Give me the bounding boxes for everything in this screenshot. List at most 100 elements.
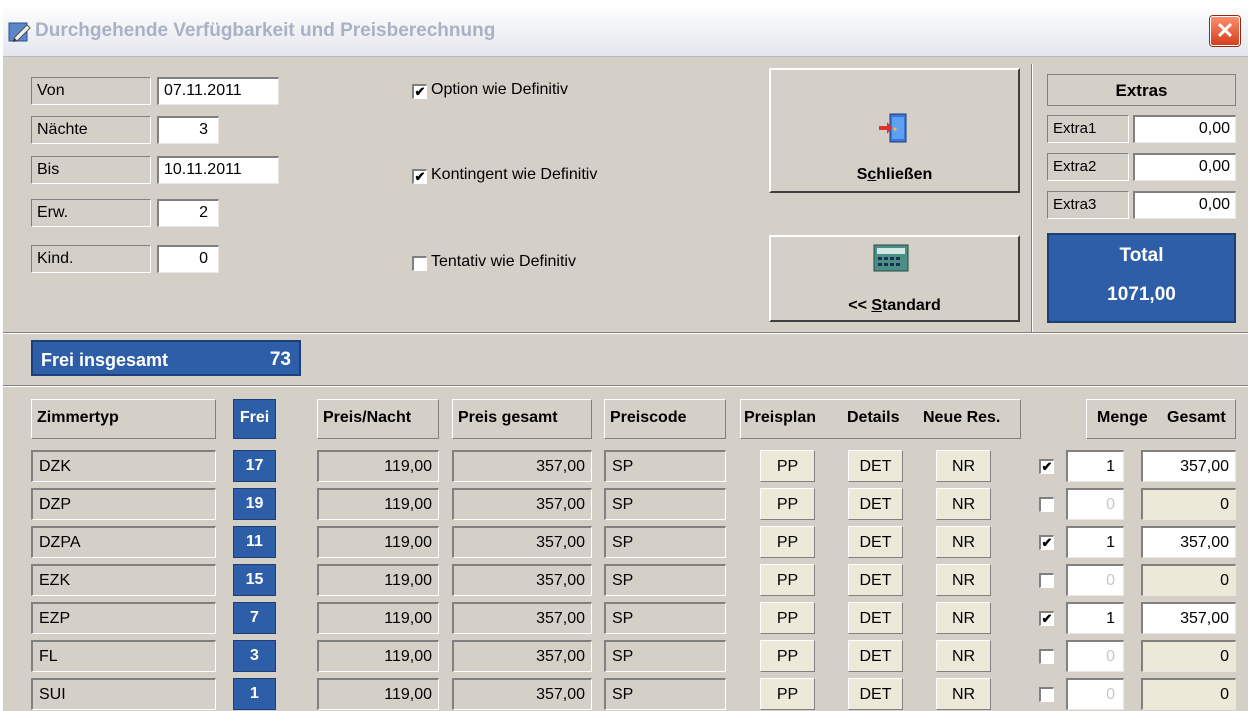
door-exit-icon — [879, 113, 907, 143]
gesamt-field: 0 — [1141, 564, 1236, 596]
row-select-checkbox[interactable]: ✔ — [1039, 535, 1054, 550]
schliessen-button[interactable]: Schließen — [769, 68, 1020, 193]
preis-nacht-cell: 119,00 — [317, 640, 439, 672]
preis-gesamt-cell: 357,00 — [452, 640, 592, 672]
preis-nacht-cell: 119,00 — [317, 526, 439, 558]
details-button[interactable]: DET — [848, 526, 903, 558]
zimmertyp-cell: DZK — [31, 450, 216, 482]
row-select-checkbox[interactable]: ✔ — [1039, 611, 1054, 626]
details-button[interactable]: DET — [848, 450, 903, 482]
neue-res-button[interactable]: NR — [936, 526, 991, 558]
preisplan-button[interactable]: PP — [760, 450, 815, 482]
zimmertyp-cell: DZPA — [31, 526, 216, 558]
preisplan-button[interactable]: PP — [760, 526, 815, 558]
preisplan-button[interactable]: PP — [760, 678, 815, 710]
standard-button-label: << Standard — [848, 297, 941, 314]
header-frei: Frei — [233, 399, 276, 439]
title-bar: Durchgehende Verfügbarkeit und Preisbere… — [3, 8, 1248, 57]
extra2-field[interactable]: 0,00 — [1133, 153, 1236, 181]
row-select-checkbox[interactable] — [1039, 497, 1054, 512]
frei-cell: 15 — [233, 564, 276, 596]
menge-field[interactable]: 1 — [1066, 526, 1124, 558]
details-button[interactable]: DET — [848, 488, 903, 520]
tentativ-definitiv-label: Tentativ wie Definitiv — [431, 253, 576, 270]
preiscode-cell: SP — [604, 488, 726, 520]
frei-insgesamt-label: Frei insgesamt — [41, 350, 169, 370]
preis-gesamt-cell: 357,00 — [452, 602, 592, 634]
erwachsene-field[interactable]: 2 — [157, 199, 219, 227]
menge-field[interactable]: 1 — [1066, 602, 1124, 634]
availability-window: Durchgehende Verfügbarkeit und Preisbere… — [3, 8, 1248, 711]
preisplan-button[interactable]: PP — [760, 602, 815, 634]
extra1-field[interactable]: 0,00 — [1133, 115, 1236, 143]
tentativ-definitiv-checkbox[interactable] — [412, 256, 427, 271]
frei-cell: 7 — [233, 602, 276, 634]
window-title: Durchgehende Verfügbarkeit und Preisbere… — [35, 20, 496, 41]
neue-res-button[interactable]: NR — [936, 678, 991, 710]
preis-gesamt-cell: 357,00 — [452, 526, 592, 558]
naechte-field[interactable]: 3 — [157, 116, 219, 144]
details-button[interactable]: DET — [848, 564, 903, 596]
neue-res-button[interactable]: NR — [936, 602, 991, 634]
preiscode-cell: SP — [604, 678, 726, 710]
gesamt-field: 0 — [1141, 488, 1236, 520]
neue-res-button[interactable]: NR — [936, 450, 991, 482]
row-select-checkbox[interactable] — [1039, 573, 1054, 588]
neue-res-button[interactable]: NR — [936, 488, 991, 520]
neue-res-button[interactable]: NR — [936, 640, 991, 672]
header-neue-res: Neue Res. — [923, 409, 1001, 426]
preisplan-button[interactable]: PP — [760, 640, 815, 672]
naechte-label: Nächte — [31, 116, 151, 144]
frei-cell: 19 — [233, 488, 276, 520]
zimmertyp-cell: EZK — [31, 564, 216, 596]
header-preiscode: Preiscode — [604, 399, 726, 439]
kinder-field[interactable]: 0 — [157, 245, 219, 273]
gesamt-field: 357,00 — [1141, 602, 1236, 634]
standard-button[interactable]: << Standard — [769, 235, 1020, 322]
row-select-checkbox[interactable]: ✔ — [1039, 459, 1054, 474]
neue-res-button[interactable]: NR — [936, 564, 991, 596]
details-button[interactable]: DET — [848, 602, 903, 634]
row-select-checkbox[interactable] — [1039, 649, 1054, 664]
preis-nacht-cell: 119,00 — [317, 564, 439, 596]
details-button[interactable]: DET — [848, 640, 903, 672]
details-button[interactable]: DET — [848, 678, 903, 710]
preiscode-cell: SP — [604, 526, 726, 558]
von-date-field[interactable]: 07.11.2011 — [157, 77, 279, 105]
gesamt-field: 357,00 — [1141, 526, 1236, 558]
option-definitiv-checkbox[interactable]: ✔ — [412, 84, 427, 99]
extra3-field[interactable]: 0,00 — [1133, 191, 1236, 219]
total-value: 1071,00 — [1107, 284, 1176, 305]
menge-field[interactable]: 0 — [1066, 564, 1124, 596]
header-preis-nacht: Preis/Nacht — [317, 399, 439, 439]
gesamt-field: 0 — [1141, 640, 1236, 672]
frei-cell: 1 — [233, 678, 276, 710]
menge-field[interactable]: 1 — [1066, 450, 1124, 482]
preis-gesamt-cell: 357,00 — [452, 678, 592, 710]
preis-nacht-cell: 119,00 — [317, 602, 439, 634]
frei-cell: 3 — [233, 640, 276, 672]
preisplan-button[interactable]: PP — [760, 564, 815, 596]
preiscode-cell: SP — [604, 640, 726, 672]
zimmertyp-cell: FL — [31, 640, 216, 672]
header-preisplan: Preisplan — [744, 409, 817, 426]
frei-cell: 17 — [233, 450, 276, 482]
menge-field[interactable]: 0 — [1066, 678, 1124, 710]
header-details: Details — [847, 409, 900, 426]
preis-nacht-cell: 119,00 — [317, 678, 439, 710]
row-select-checkbox[interactable] — [1039, 687, 1054, 702]
bis-date-field[interactable]: 10.11.2011 — [157, 156, 279, 184]
close-window-button[interactable]: ✕ — [1210, 16, 1240, 46]
menge-field[interactable]: 0 — [1066, 640, 1124, 672]
menge-field[interactable]: 0 — [1066, 488, 1124, 520]
preis-nacht-cell: 119,00 — [317, 488, 439, 520]
kontingent-definitiv-checkbox[interactable]: ✔ — [412, 169, 427, 184]
table-separator — [3, 385, 1248, 387]
option-definitiv-label: Option wie Definitiv — [431, 81, 568, 98]
preis-gesamt-cell: 357,00 — [452, 564, 592, 596]
preiscode-cell: SP — [604, 602, 726, 634]
header-zimmertyp: Zimmertyp — [31, 399, 216, 439]
calculator-icon — [873, 244, 909, 272]
header-menge-gesamt-group: Menge Gesamt — [1086, 399, 1236, 439]
preisplan-button[interactable]: PP — [760, 488, 815, 520]
